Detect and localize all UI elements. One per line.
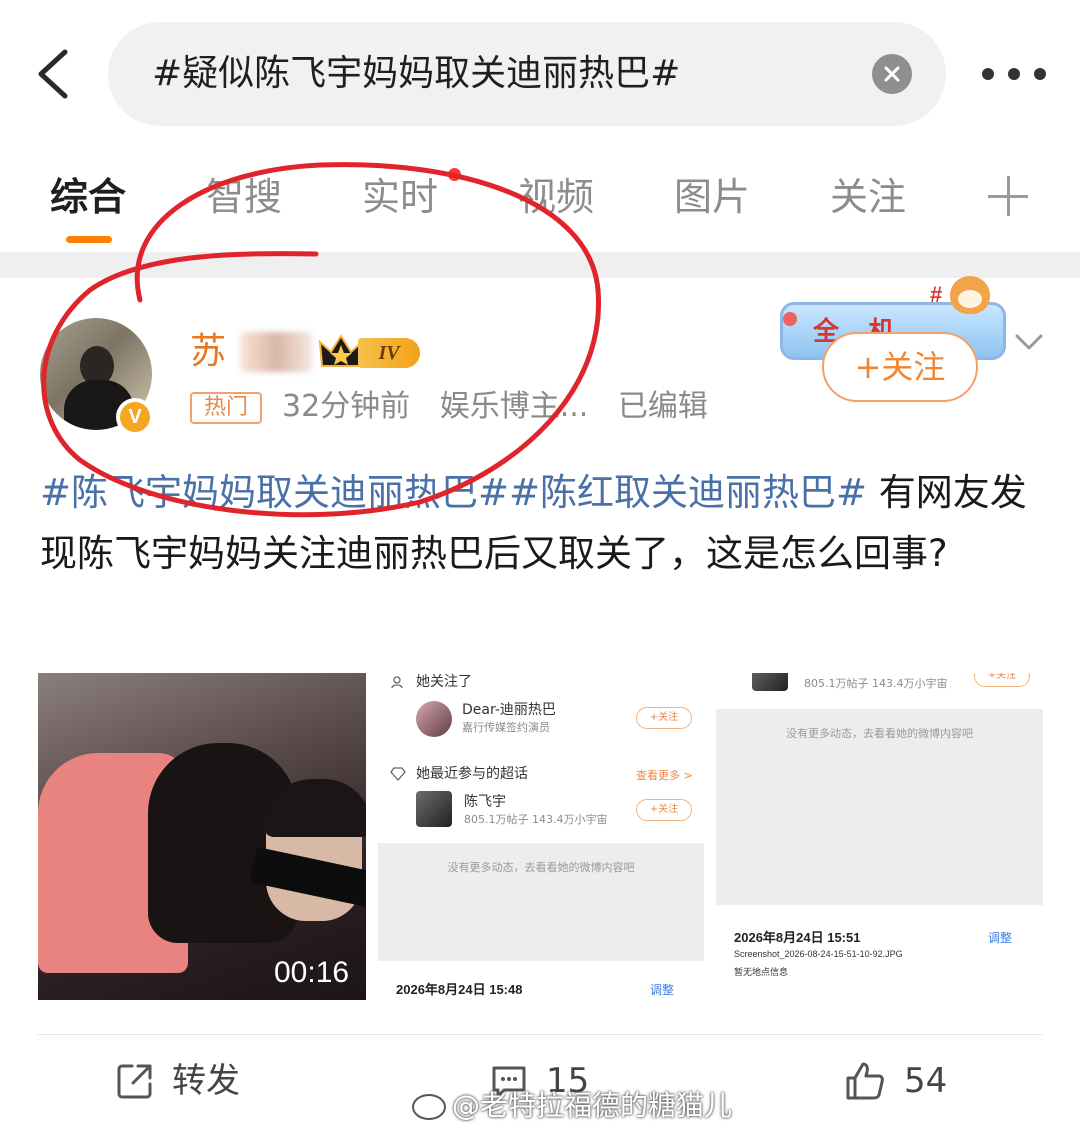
- empty-area: 没有更多动态，去看看她的微博内容吧: [378, 843, 704, 961]
- chevron-left-icon: [38, 49, 68, 99]
- close-icon: [884, 66, 900, 82]
- tab-realtime[interactable]: 实时: [362, 174, 438, 220]
- clear-search-button[interactable]: [872, 54, 912, 94]
- tab-images[interactable]: 图片: [674, 174, 750, 220]
- like-button[interactable]: 54: [844, 1056, 947, 1106]
- tab-smart-search[interactable]: 智搜: [206, 174, 282, 220]
- empty-area: 没有更多动态，去看看她的微博内容吧: [716, 709, 1043, 905]
- watermark: @老特拉福德的糖猫儿: [412, 1088, 732, 1124]
- post-text: #陈飞宇妈妈取关迪丽热巴##陈红取关迪丽热巴# 有网友发现陈飞宇妈妈关注迪丽热巴…: [40, 462, 1040, 584]
- follow-button-small: +关注: [974, 673, 1030, 687]
- adjust-link: 调整: [988, 931, 1013, 945]
- empty-text: 没有更多动态，去看看她的微博内容吧: [786, 727, 973, 740]
- repost-button[interactable]: 转发: [116, 1056, 240, 1106]
- photo-date: 2026年8月24日 15:48: [396, 982, 523, 997]
- member-level-badge[interactable]: IV: [318, 332, 422, 372]
- level-tag: IV: [358, 338, 420, 368]
- post-source: 娱乐博主...: [439, 389, 589, 424]
- search-tabs: 综合 智搜 实时 视频 图片 关注: [0, 160, 1080, 246]
- search-query: #疑似陈飞宇妈妈取关迪丽热巴#: [152, 53, 681, 94]
- topic-desc: 805.1万帖子 143.4万小宇宙: [464, 813, 608, 826]
- promo-knob-icon: [783, 312, 797, 326]
- hot-tag: 热门: [190, 392, 262, 424]
- add-tab-icon[interactable]: [988, 176, 1028, 216]
- followed-user-name: Dear-迪丽热巴: [462, 702, 556, 718]
- search-input[interactable]: #疑似陈飞宇妈妈取关迪丽热巴#: [108, 22, 946, 126]
- image-thumbnail[interactable]: 她关注了 Dear-迪丽热巴 嘉行传媒签约演员 +关注 她最近参与的超话 查看更…: [378, 673, 704, 1000]
- topic-desc: 805.1万帖子 143.4万小宇宙: [804, 677, 948, 690]
- tab-video[interactable]: 视频: [518, 174, 594, 220]
- back-button[interactable]: [22, 42, 82, 106]
- follow-button[interactable]: +关注: [822, 332, 978, 402]
- hashtag-link[interactable]: #陈飞宇妈妈取关迪丽热巴#: [40, 471, 509, 514]
- user-icon: [391, 676, 403, 689]
- weibo-logo-icon: [412, 1094, 446, 1120]
- following-header: 她关注了: [416, 674, 472, 690]
- edited-label: 已编辑: [617, 389, 708, 424]
- topic-avatar: [752, 673, 788, 691]
- empty-text: 没有更多动态，去看看她的微博内容吧: [447, 861, 635, 874]
- photo-date: 2026年8月24日 15:51: [734, 930, 861, 945]
- top-bar: #疑似陈飞宇妈妈取关迪丽热巴#: [0, 0, 1080, 150]
- see-more-link: 查看更多 >: [636, 769, 693, 782]
- active-tab-indicator: [66, 236, 112, 243]
- adjust-link: 调整: [650, 983, 675, 997]
- post-username[interactable]: 苏: [190, 330, 226, 374]
- username-mosaic: [240, 332, 312, 372]
- chevron-down-icon[interactable]: [1014, 330, 1044, 354]
- video-thumbnail[interactable]: 00:16: [38, 673, 366, 1000]
- verified-badge-icon: V: [116, 398, 154, 436]
- repost-label: 转发: [172, 1061, 240, 1101]
- share-icon: [117, 1064, 152, 1099]
- diamond-icon: [390, 767, 406, 781]
- hashtag-icon: #: [930, 282, 943, 307]
- watermark-text: @老特拉福德的糖猫儿: [452, 1089, 733, 1122]
- topics-header: 她最近参与的超话: [416, 766, 528, 782]
- shiba-dog-icon: [950, 276, 990, 314]
- follow-button-small: +关注: [636, 707, 692, 729]
- more-options-icon[interactable]: [982, 56, 1046, 92]
- post-time: 32分钟前: [282, 389, 411, 424]
- topic-avatar: [416, 791, 452, 827]
- follow-button-small: +关注: [636, 799, 692, 821]
- photo-location: 暂无地点信息: [734, 967, 789, 977]
- thumbs-up-icon: [846, 1062, 884, 1100]
- new-content-dot: [448, 168, 461, 181]
- video-duration: 00:16: [274, 956, 350, 989]
- photo-filename: Screenshot_2026-08-24-15-51-10-92.JPG: [734, 949, 903, 959]
- user-avatar: [416, 701, 452, 737]
- followed-user-desc: 嘉行传媒签约演员: [462, 721, 550, 734]
- tab-comprehensive[interactable]: 综合: [50, 174, 126, 220]
- image-thumbnail[interactable]: 805.1万帖子 143.4万小宇宙 +关注 没有更多动态，去看看她的微博内容吧…: [716, 673, 1043, 1000]
- post-meta: 32分钟前 娱乐博主... 已编辑: [282, 388, 728, 426]
- action-divider: [38, 1034, 1042, 1035]
- tab-following[interactable]: 关注: [830, 174, 906, 220]
- section-divider: [0, 252, 1080, 278]
- topic-name: 陈飞宇: [464, 794, 506, 810]
- hashtag-link[interactable]: #陈红取关迪丽热巴#: [509, 471, 867, 514]
- like-count: 54: [904, 1061, 948, 1101]
